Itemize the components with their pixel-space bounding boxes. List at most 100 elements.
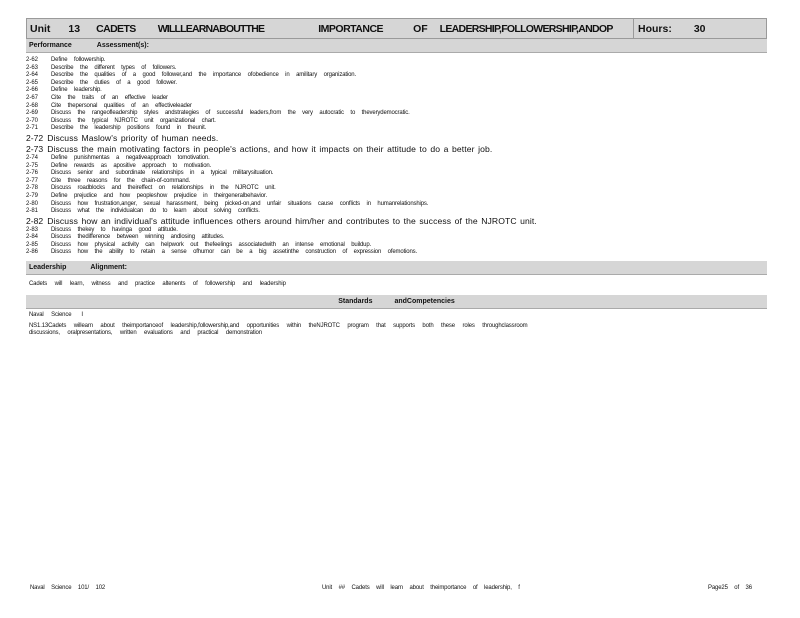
objective-number: 2-84 bbox=[26, 234, 39, 241]
objective-row: 2-69 Discuss the rangeofleadership styles… bbox=[26, 110, 767, 118]
document-page: Unit 13 CADETS WILLLEARNABOUTTHE IMPORTA… bbox=[26, 18, 767, 338]
assessment-label: Assessment(s): bbox=[96, 42, 149, 49]
objective-text: Discuss the rangeofleadership styles and… bbox=[51, 110, 410, 117]
unit-title-part: OF bbox=[413, 22, 428, 35]
footer-course: Naval Science 101/ 102 bbox=[30, 585, 106, 591]
objective-text: Cite the traits of an effective leader bbox=[51, 94, 168, 101]
objective-text: Discuss Maslow's priority of human needs… bbox=[47, 132, 219, 143]
objective-text: Define leadership. bbox=[51, 87, 102, 94]
objective-text: Define prejudice and how peopleshow prej… bbox=[51, 192, 267, 199]
standards-subject: Naval Science I bbox=[29, 312, 767, 320]
objective-text: Discuss what the individualcan do to lea… bbox=[51, 208, 260, 215]
unit-header: Unit 13 CADETS WILLLEARNABOUTTHE IMPORTA… bbox=[26, 18, 767, 39]
performance-label: Performance bbox=[29, 42, 72, 49]
objective-row: 2-72 Discuss Maslow's priority of human n… bbox=[26, 133, 767, 144]
objective-row: 2-68 Cite thepersonal qualities of an eff… bbox=[26, 103, 767, 111]
alignment-text: Cadets will learn, witness and practice … bbox=[29, 281, 286, 288]
objective-row: 2-85 Discuss how physical activity can he… bbox=[26, 242, 767, 250]
objective-number: 2-63 bbox=[26, 64, 39, 71]
objective-row: 2-79 Define prejudice and how peopleshow … bbox=[26, 193, 767, 201]
objective-number: 2-86 bbox=[26, 249, 39, 256]
objective-number: 2-82 bbox=[26, 215, 44, 226]
unit-title-part: CADETS bbox=[96, 22, 136, 35]
objective-text: Define followership. bbox=[51, 57, 106, 63]
objective-number: 2-70 bbox=[26, 117, 39, 124]
leadership-label: Leadership bbox=[29, 264, 67, 272]
hours-cell: Hours: 30 bbox=[634, 19, 766, 38]
objective-row: 2-76 Discuss senior and subordinate relat… bbox=[26, 170, 767, 178]
objective-number: 2-65 bbox=[26, 79, 39, 86]
hours-label: Hours: bbox=[638, 22, 672, 35]
standards-line: discussions, oralpresentations, written … bbox=[29, 330, 262, 337]
page-footer: Naval Science 101/ 102 Unit ## Cadets wi… bbox=[26, 585, 767, 593]
objective-text: Discuss senior and subordinate relations… bbox=[51, 170, 274, 177]
objective-row: 2-73 Discuss the main motivating factors … bbox=[26, 144, 767, 155]
objective-row: 2-84 Discuss thedifference between winnin… bbox=[26, 234, 767, 242]
unit-title-part: LEADERSHIP,FOLLOWERSHIP,ANDOP bbox=[439, 22, 614, 35]
competencies-title: andCompetencies bbox=[394, 298, 455, 306]
objective-row: 2-86 Discuss how the ability to retain a … bbox=[26, 249, 767, 257]
objective-text: Discuss roadblocks and theireffect on re… bbox=[51, 185, 276, 192]
objective-row: 2-81 Discuss what the individualcan do to… bbox=[26, 208, 767, 216]
objective-text: Describe the leadership positions found … bbox=[51, 125, 207, 132]
objective-number: 2-80 bbox=[26, 200, 39, 207]
objective-row: 2-75 Define rewards as apositive approach… bbox=[26, 163, 767, 171]
objective-number: 2-77 bbox=[26, 177, 39, 184]
objective-number: 2-85 bbox=[26, 241, 39, 248]
objective-number: 2-66 bbox=[26, 87, 39, 94]
objective-number: 2-64 bbox=[26, 72, 39, 79]
standards-line: NS1.13Cadets willearn about theimportanc… bbox=[29, 322, 528, 329]
objective-row: 2-77 Cite three reasons for the chain-of-… bbox=[26, 178, 767, 186]
objective-number: 2-72 bbox=[26, 132, 44, 143]
objective-text: Discuss the typical NJROTC unit organiza… bbox=[51, 117, 216, 124]
objectives-list: 2-62 Define followership. 2-63 Describe the… bbox=[26, 57, 767, 257]
standards-title: Standards bbox=[338, 298, 373, 306]
objective-row: 2-63 Describe the different types of foll… bbox=[26, 65, 767, 73]
objective-text: Discuss the main motivating factors in p… bbox=[47, 143, 493, 154]
objective-number: 2-83 bbox=[26, 226, 39, 233]
objective-row: 2-66 Define leadership. bbox=[26, 87, 767, 95]
unit-title-part: WILLLEARNABOUTTHE bbox=[157, 22, 265, 35]
objective-text: Define punishmentas a negativeapproach t… bbox=[51, 154, 210, 161]
performance-band: Performance Assessment(s): bbox=[26, 39, 767, 53]
objective-row: 2-78 Discuss roadblocks and theireffect o… bbox=[26, 185, 767, 193]
objective-number: 2-78 bbox=[26, 185, 39, 192]
objective-number: 2-62 bbox=[26, 57, 39, 63]
objective-text: Describe the duties of a good follower. bbox=[51, 79, 177, 86]
unit-number: 13 bbox=[68, 22, 81, 35]
objective-text: Discuss thekey to havinga good attitude. bbox=[51, 226, 178, 233]
objective-number: 2-68 bbox=[26, 102, 39, 109]
objective-row: 2-82 Discuss how an individual's attitude… bbox=[26, 216, 767, 227]
footer-page: Page25 of 36 bbox=[708, 585, 752, 591]
objective-text: Define rewards as apositive approach to … bbox=[51, 162, 212, 169]
unit-title-cell: Unit 13 CADETS WILLLEARNABOUTTHE IMPORTA… bbox=[27, 19, 634, 38]
objective-text: Cite thepersonal qualities of an effecti… bbox=[51, 102, 192, 109]
objective-row: 2-65 Describe the duties of a good follow… bbox=[26, 80, 767, 88]
objective-number: 2-75 bbox=[26, 162, 39, 169]
objective-row: 2-80 Discuss how frustration,anger, sexua… bbox=[26, 201, 767, 209]
leadership-alignment-band: Leadership Alignment: bbox=[26, 261, 767, 276]
objective-number: 2-69 bbox=[26, 110, 39, 117]
objective-number: 2-74 bbox=[26, 154, 39, 161]
objective-row: 2-74 Define punishmentas a negativeapproa… bbox=[26, 155, 767, 163]
objective-text: Discuss how the ability to retain a sens… bbox=[51, 249, 418, 256]
alignment-label: Alignment: bbox=[90, 264, 127, 272]
objective-number: 2-76 bbox=[26, 170, 39, 177]
objective-number: 2-81 bbox=[26, 208, 39, 215]
unit-label: Unit bbox=[30, 22, 51, 35]
objective-text: Discuss how physical activity can helpwo… bbox=[51, 241, 372, 248]
objective-number: 2-79 bbox=[26, 192, 39, 199]
objective-row: 2-83 Discuss thekey to havinga good attit… bbox=[26, 227, 767, 235]
objective-text: Cite three reasons for the chain-of-comm… bbox=[51, 177, 191, 184]
objective-row: 2-62 Define followership. bbox=[26, 57, 767, 65]
objective-number: 2-73 bbox=[26, 143, 44, 154]
objective-row: 2-67 Cite the traits of an effective lead… bbox=[26, 95, 767, 103]
standards-band: Standards andCompetencies bbox=[26, 295, 767, 310]
objective-text: Describe the qualities of a good followe… bbox=[51, 72, 356, 79]
objective-text: Describe the different types of follower… bbox=[51, 64, 177, 71]
standards-subject-right: I bbox=[81, 312, 83, 319]
footer-unit: Unit ## Cadets will learn about theimpor… bbox=[322, 585, 520, 591]
objective-row: 2-64 Describe the qualities of a good fol… bbox=[26, 72, 767, 80]
objective-number: 2-67 bbox=[26, 94, 39, 101]
unit-title-part: IMPORTANCE bbox=[318, 22, 384, 35]
